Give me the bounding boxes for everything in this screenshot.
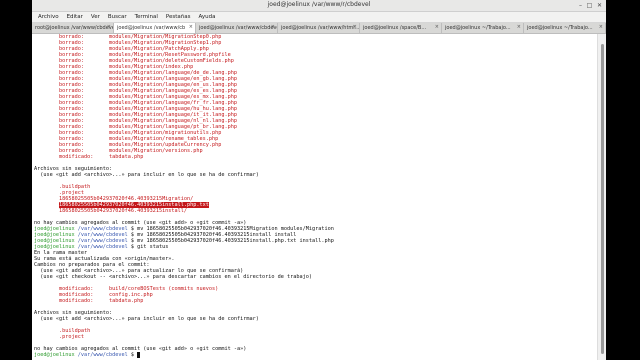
- menu-terminal[interactable]: Terminal: [131, 14, 162, 20]
- tab-2[interactable]: joed@joelinux /var/www/cb ×: [114, 23, 196, 33]
- terminal-window: joed@joelinux /var/www/r/cbdevel – □ ✕ A…: [32, 0, 606, 360]
- menu-bar: Archivo Editar Ver Buscar Terminal Pesta…: [32, 12, 606, 23]
- tab-label: joed@joelinux /var/www/cb: [117, 25, 186, 31]
- tab-close-icon[interactable]: ×: [271, 24, 275, 30]
- tab-5[interactable]: joed@joelinux /space/B... ×: [360, 23, 442, 33]
- tab-close-icon[interactable]: ×: [599, 24, 603, 30]
- tab-1[interactable]: root@joelinux /var/www/cbdevel ×: [32, 23, 114, 33]
- menu-pestanas[interactable]: Pestañas: [162, 14, 195, 20]
- tab-label: joed@joelinux /var/www/html...: [281, 25, 360, 31]
- title-bar[interactable]: joed@joelinux /var/www/r/cbdevel – □ ✕: [32, 0, 606, 12]
- tab-label: joed@joelinux ~/Trabajo...: [527, 25, 593, 31]
- tab-label: joed@joelinux ~/Trabajo...: [445, 25, 511, 31]
- menu-editar[interactable]: Editar: [63, 14, 87, 20]
- tab-6[interactable]: joed@joelinux ~/Trabajo... ×: [442, 23, 524, 33]
- scrollbar-thumb[interactable]: [601, 44, 604, 354]
- tab-label: root@joelinux /var/www/cbdevel: [35, 25, 114, 31]
- menu-ver[interactable]: Ver: [87, 14, 104, 20]
- close-icon[interactable]: ✕: [596, 2, 603, 9]
- tab-close-icon[interactable]: ×: [353, 24, 357, 30]
- maximize-icon[interactable]: □: [586, 2, 593, 9]
- tab-4[interactable]: joed@joelinux /var/www/html... ×: [278, 23, 360, 33]
- desktop-background: joed@joelinux /var/www/r/cbdevel – □ ✕ A…: [0, 0, 640, 360]
- tab-close-icon[interactable]: ×: [435, 24, 439, 30]
- tab-label: joed@joelinux /space/B...: [363, 25, 427, 31]
- tab-close-icon[interactable]: ×: [189, 24, 193, 30]
- menu-ayuda[interactable]: Ayuda: [195, 14, 220, 20]
- tab-close-icon[interactable]: ×: [107, 24, 111, 30]
- menu-buscar[interactable]: Buscar: [104, 14, 131, 20]
- prompt-line: joed@joelinux /var/www/cbdevel $: [34, 352, 598, 358]
- terminal-output[interactable]: borrado: modules/Migration/MigrationStep…: [32, 34, 598, 360]
- tab-3[interactable]: joed@joelinux /var/www/cbdevel ×: [196, 23, 278, 33]
- tab-label: joed@joelinux /var/www/cbdevel: [199, 25, 278, 31]
- tab-7[interactable]: joed@joelinux ~/Trabajo... ×: [524, 23, 606, 33]
- menu-archivo[interactable]: Archivo: [34, 14, 63, 20]
- tab-close-icon[interactable]: ×: [517, 24, 521, 30]
- minimize-icon[interactable]: –: [577, 2, 584, 9]
- scrollbar[interactable]: [597, 34, 606, 360]
- window-title: joed@joelinux /var/www/r/cbdevel: [267, 1, 371, 8]
- tab-bar: root@joelinux /var/www/cbdevel × joed@joel…: [32, 23, 606, 34]
